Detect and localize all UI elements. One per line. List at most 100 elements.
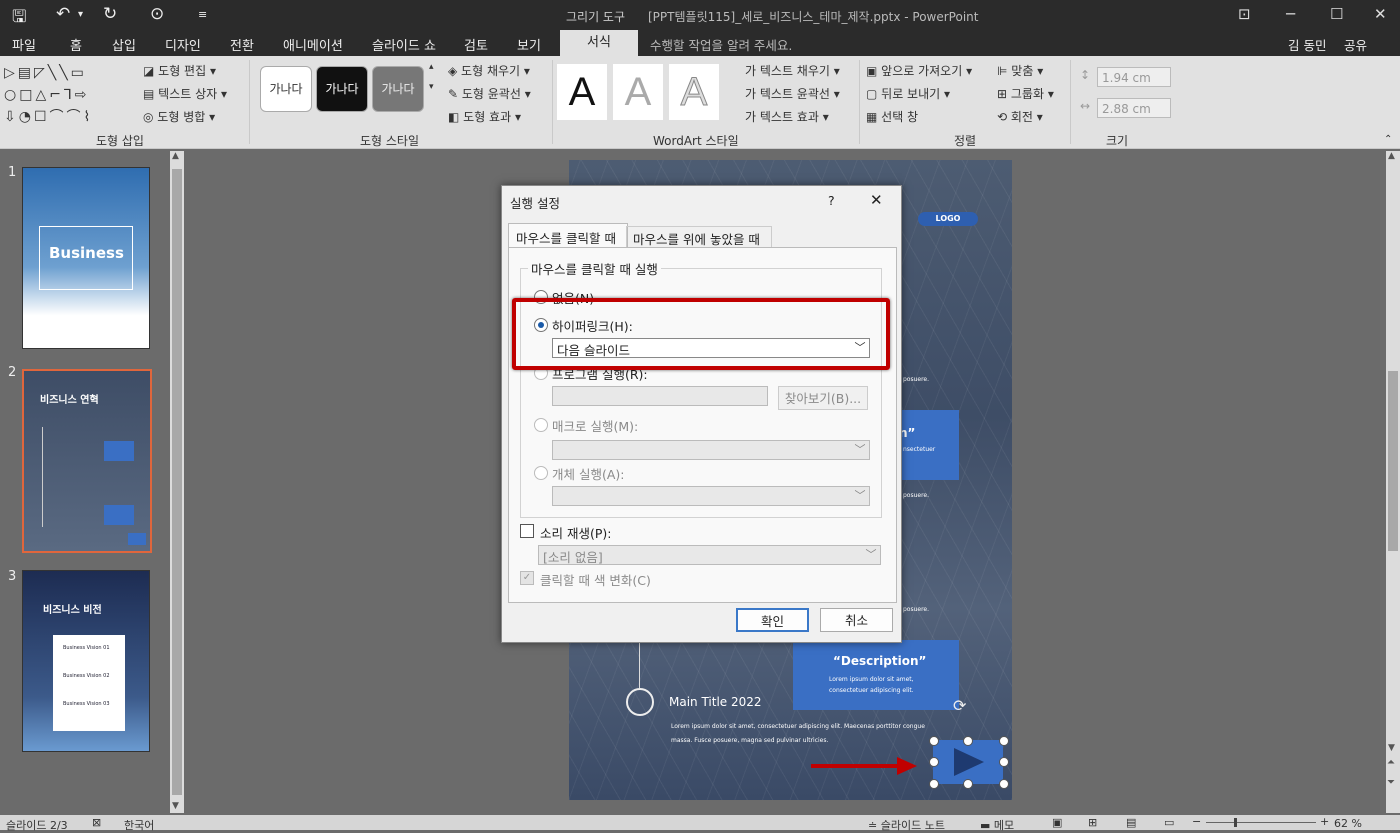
next-slide-icon[interactable]: ⏷: [1387, 777, 1395, 788]
scroll-up-icon[interactable]: ▲: [1388, 151, 1395, 161]
tab-view[interactable]: 보기: [517, 35, 541, 54]
tab-mouse-click[interactable]: 마우스를 클릭할 때: [508, 223, 628, 248]
slide-sorter-icon[interactable]: ⊞: [1088, 816, 1097, 829]
maximize-icon[interactable]: ☐: [1330, 5, 1343, 23]
scroll-thumb[interactable]: [1388, 371, 1398, 551]
chevron-down-icon[interactable]: ﹀: [862, 546, 880, 564]
tab-review[interactable]: 검토: [464, 35, 488, 54]
resize-handle[interactable]: [963, 779, 973, 789]
undo-icon[interactable]: ↶: [56, 4, 70, 24]
radio-run-macro-label[interactable]: 매크로 실행(M):: [552, 416, 638, 435]
language-indicator[interactable]: 한국어: [124, 817, 154, 833]
ok-button[interactable]: 확인: [736, 608, 809, 632]
radio-object-action-label[interactable]: 개체 실행(A):: [552, 464, 625, 483]
shape-width-field[interactable]: 2.88 cm: [1097, 98, 1171, 118]
tab-insert[interactable]: 삽입: [112, 35, 136, 54]
program-path-input[interactable]: [552, 386, 768, 406]
tab-format[interactable]: 서식: [560, 30, 638, 56]
macro-select[interactable]: ﹀: [552, 440, 870, 460]
ribbon-display-icon[interactable]: ⊡: [1238, 5, 1251, 23]
customize-quick-access-icon[interactable]: ≡: [198, 8, 207, 21]
send-backward-button[interactable]: ▢ 뒤로 보내기 ▾: [866, 85, 950, 102]
shape-outline-button[interactable]: ✎ 도형 윤곽선 ▾: [448, 85, 531, 102]
zoom-slider[interactable]: [1206, 822, 1316, 823]
resize-handle[interactable]: [999, 757, 1009, 767]
tab-slideshow[interactable]: 슬라이드 쇼: [372, 35, 436, 54]
shape-style-3[interactable]: 가나다: [372, 66, 424, 112]
text-box-button[interactable]: ▤ 텍스트 상자 ▾: [143, 85, 227, 102]
align-button[interactable]: ⊫ 맞춤 ▾: [997, 62, 1043, 79]
cancel-button[interactable]: 취소: [820, 608, 893, 632]
body-text[interactable]: Lorem ipsum dolor sit amet, consectetuer…: [671, 720, 931, 748]
shape-fill-button[interactable]: ◈ 도형 채우기 ▾: [448, 62, 530, 79]
start-slideshow-icon[interactable]: ⊙: [150, 4, 164, 24]
tab-design[interactable]: 디자인: [165, 35, 201, 54]
highlight-click-checkbox[interactable]: ✓: [520, 571, 534, 585]
slide-scrollbar[interactable]: ▲ ▼ ⏶ ⏷: [1386, 151, 1400, 813]
resize-handle[interactable]: [999, 779, 1009, 789]
collapse-ribbon-icon[interactable]: ⌃: [1384, 134, 1392, 145]
tab-file[interactable]: 파일: [12, 35, 36, 54]
scroll-down-icon[interactable]: ▼: [1388, 743, 1395, 753]
minimize-icon[interactable]: ─: [1286, 5, 1295, 23]
rotate-handle-icon[interactable]: ⟳: [953, 696, 966, 715]
shape-height-field[interactable]: 1.94 cm: [1097, 67, 1171, 87]
shape-style-2[interactable]: 가나다: [316, 66, 368, 112]
resize-handle[interactable]: [929, 757, 939, 767]
spellcheck-icon[interactable]: ⊠: [92, 816, 101, 829]
bring-forward-button[interactable]: ▣ 앞으로 가져오기 ▾: [866, 62, 972, 79]
text-effects-button[interactable]: 가 텍스트 효과 ▾: [745, 108, 829, 125]
zoom-level[interactable]: 62 %: [1334, 817, 1362, 830]
wordart-style-1[interactable]: A: [557, 64, 607, 120]
sound-select[interactable]: [소리 없음] ﹀: [538, 545, 881, 565]
main-title[interactable]: Main Title 2022: [669, 695, 762, 709]
highlight-click-label[interactable]: 클릭할 때 색 변화(C): [540, 570, 651, 589]
resize-handle[interactable]: [963, 736, 973, 746]
slide-thumbnail-1[interactable]: Business: [22, 167, 150, 349]
chevron-down-icon[interactable]: ﹀: [851, 441, 869, 459]
reading-view-icon[interactable]: ▤: [1126, 816, 1136, 829]
gallery-scroll-up-icon[interactable]: ▴: [429, 62, 434, 72]
action-play-button[interactable]: [933, 740, 1003, 784]
undo-dropdown-icon[interactable]: ▾: [78, 9, 83, 20]
gallery-scroll-down-icon[interactable]: ▾: [429, 82, 434, 92]
play-sound-checkbox[interactable]: [520, 524, 534, 538]
normal-view-icon[interactable]: ▣: [1052, 816, 1062, 829]
logo-badge[interactable]: LOGO: [918, 212, 978, 226]
slide-thumbnail-2[interactable]: 비즈니스 연혁: [22, 369, 152, 553]
selection-pane-button[interactable]: ▦ 선택 창: [866, 108, 918, 125]
user-name[interactable]: 김 동민: [1288, 35, 1326, 54]
tab-transitions[interactable]: 전환: [230, 35, 254, 54]
tab-home[interactable]: 홈: [70, 35, 82, 54]
scroll-thumb[interactable]: [172, 169, 182, 795]
scroll-down-icon[interactable]: ▼: [172, 801, 179, 811]
close-window-icon[interactable]: ✕: [1374, 5, 1387, 23]
zoom-slider-thumb[interactable]: [1234, 818, 1237, 827]
resize-handle[interactable]: [929, 736, 939, 746]
previous-slide-icon[interactable]: ⏶: [1387, 757, 1395, 768]
scroll-up-icon[interactable]: ▲: [172, 151, 179, 161]
resize-handle[interactable]: [999, 736, 1009, 746]
tab-animations[interactable]: 애니메이션: [283, 35, 343, 54]
zoom-out-icon[interactable]: −: [1192, 815, 1201, 828]
browse-button[interactable]: 찾아보기(B)...: [778, 386, 868, 410]
slide-thumbnail-3[interactable]: 비즈니스 비전 Business Vision 01 Business Visi…: [22, 570, 150, 752]
text-fill-button[interactable]: 가 텍스트 채우기 ▾: [745, 62, 840, 79]
chevron-down-icon[interactable]: ﹀: [851, 487, 869, 505]
tell-me-search[interactable]: 수행할 작업을 알려 주세요.: [650, 35, 792, 54]
notes-button[interactable]: ≐ 슬라이드 노트: [868, 817, 945, 833]
tab-mouse-over[interactable]: 마우스를 위에 놓았을 때: [626, 226, 772, 248]
thumbnail-scrollbar[interactable]: ▲ ▼: [170, 151, 184, 813]
resize-handle[interactable]: [929, 779, 939, 789]
wordart-style-3[interactable]: A: [669, 64, 719, 120]
edit-shape-button[interactable]: ◪ 도형 편집 ▾: [143, 62, 216, 79]
object-action-select[interactable]: ﹀: [552, 486, 870, 506]
dialog-close-button[interactable]: ✕: [870, 191, 883, 209]
wordart-style-2[interactable]: A: [613, 64, 663, 120]
radio-object-action[interactable]: [534, 466, 548, 480]
shape-gallery[interactable]: ▷▤◸╲╲▭ ○□△⌐⅂⇨ ⇩◔☐⌒⌒⌇: [4, 62, 124, 125]
group-button[interactable]: ⊞ 그룹화 ▾: [997, 85, 1054, 102]
shape-style-1[interactable]: 가나다: [260, 66, 312, 112]
redo-icon[interactable]: ↻: [103, 4, 117, 24]
shape-effects-button[interactable]: ◧ 도형 효과 ▾: [448, 108, 521, 125]
